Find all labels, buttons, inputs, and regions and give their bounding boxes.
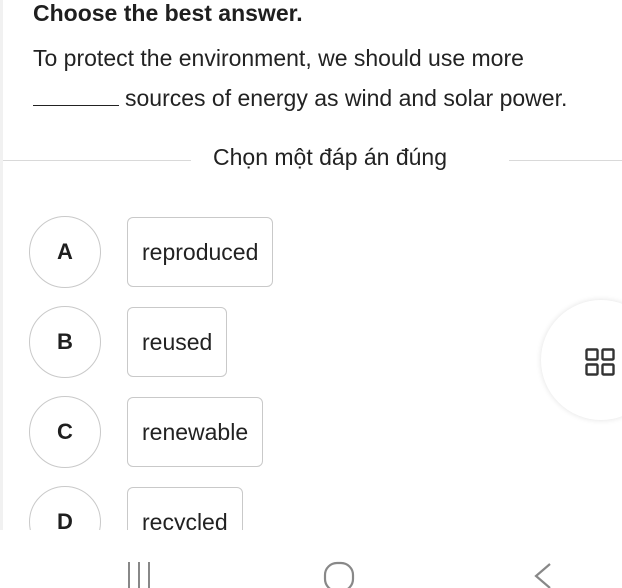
option-a-text[interactable]: reproduced — [127, 217, 274, 287]
quiz-content: Choose the best answer. To protect the e… — [0, 0, 622, 530]
recent-apps-icon[interactable] — [126, 560, 152, 588]
option-b-text[interactable]: reused — [127, 307, 228, 377]
quiz-screen: Choose the best answer. To protect the e… — [0, 0, 622, 588]
system-nav-bar — [0, 530, 622, 588]
question-line-2-text: sources of energy as wind and solar powe… — [125, 85, 568, 111]
back-icon[interactable] — [532, 560, 554, 588]
divider-left — [3, 160, 191, 161]
option-c-letter[interactable]: C — [29, 396, 101, 468]
option-c-text[interactable]: renewable — [127, 397, 264, 467]
option-a-letter[interactable]: A — [29, 216, 101, 288]
question-line-2: sources of energy as wind and solar powe… — [33, 78, 567, 118]
question-list-button[interactable] — [541, 300, 622, 420]
home-icon[interactable] — [322, 560, 356, 588]
option-d-text[interactable]: recycled — [127, 487, 243, 530]
option-d-letter[interactable]: D — [29, 486, 101, 530]
question-line-1: To protect the environment, we should us… — [33, 45, 524, 71]
question-text: To protect the environment, we should us… — [33, 38, 567, 118]
instruction-text: Choose the best answer. — [33, 0, 303, 26]
choose-prompt: Chọn một đáp án đúng — [213, 144, 448, 170]
option-b-letter[interactable]: B — [29, 306, 101, 378]
answer-blank — [33, 105, 119, 106]
grid-icon — [585, 348, 615, 376]
divider-right — [509, 160, 622, 161]
